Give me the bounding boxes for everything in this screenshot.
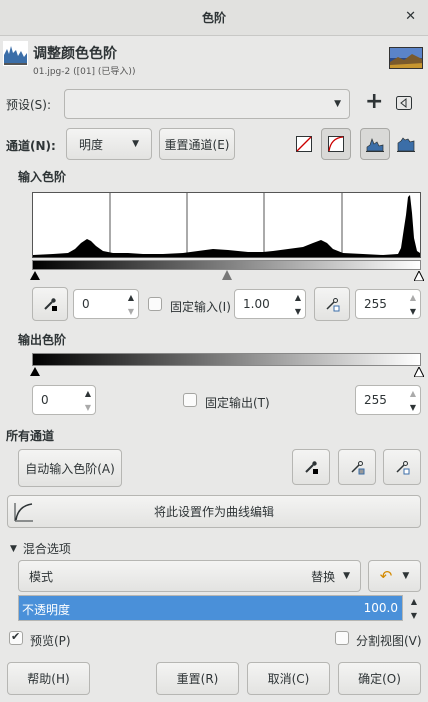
all-channels-heading: 所有通道 [6, 429, 55, 443]
output-levels-heading: 输出色阶 [18, 333, 67, 347]
input-levels-heading: 输入色阶 [18, 170, 67, 184]
presets-label: 预设(S): [6, 98, 52, 112]
output-gradient-bar [32, 353, 421, 366]
add-preset-icon[interactable]: + [365, 89, 383, 114]
input-white-handle[interactable] [413, 269, 425, 282]
split-view-checkbox[interactable] [335, 631, 349, 645]
decrement-icon[interactable]: ▼ [128, 307, 134, 316]
opacity-label: 不透明度 [22, 603, 71, 617]
opacity-slider[interactable]: 不透明度 100.0 [18, 595, 403, 621]
curves-icon [14, 502, 34, 525]
image-thumbnail [389, 47, 423, 69]
chevron-down-icon: ▼ [402, 571, 410, 581]
blend-options-expander[interactable]: ▼ 混合选项 [10, 540, 71, 557]
fixed-output-label: 固定输出(T) [205, 396, 270, 410]
image-name: 01.jpg-2 ([01] (已导入)) [33, 67, 136, 77]
window-title: 色阶 [201, 11, 226, 25]
preview-checkbox[interactable] [9, 630, 23, 645]
output-low-spin[interactable]: 0 ▲ ▼ [32, 385, 96, 415]
chevron-down-icon: ▼ [343, 571, 350, 581]
input-gamma-handle[interactable] [222, 270, 232, 280]
help-button[interactable]: 帮助(H) [7, 662, 90, 695]
auto-pick-black-icon[interactable] [292, 449, 330, 485]
input-gamma-spin[interactable]: 1.00 ▲ ▼ [234, 289, 306, 319]
increment-icon[interactable]: ▲ [411, 597, 417, 606]
chevron-down-icon: ▼ [334, 99, 341, 109]
mode-dropdown[interactable]: 模式 替换 ▼ [18, 560, 361, 592]
increment-icon[interactable]: ▲ [85, 389, 91, 398]
mode-value: 替换 [311, 569, 336, 584]
increment-icon[interactable]: ▲ [295, 293, 301, 302]
channel-label: 通道(N): [6, 139, 56, 153]
fixed-input-label: 固定输入(I) [170, 300, 231, 314]
chevron-down-icon: ▼ [10, 543, 17, 554]
tab-menu-icon[interactable] [395, 95, 413, 111]
blend-options-label: 混合选项 [22, 542, 71, 556]
input-gradient-bar [32, 260, 421, 270]
histogram-linear-view-icon[interactable] [360, 128, 390, 160]
split-view-label: 分割视图(V) [356, 634, 422, 648]
edit-as-curves-label: 将此设置作为曲线编辑 [153, 505, 274, 519]
output-low-value[interactable]: 0 [33, 386, 81, 414]
fixed-input-checkbox[interactable] [148, 297, 162, 311]
histogram-curve [33, 195, 420, 257]
undo-arrow-icon: ↶ [379, 567, 393, 585]
decrement-icon[interactable]: ▼ [410, 307, 416, 316]
channel-value: 明度 [79, 137, 104, 152]
output-high-spin[interactable]: 255 ▲ ▼ [355, 385, 421, 415]
input-high-value[interactable]: 255 [356, 290, 406, 318]
decrement-icon[interactable]: ▼ [411, 611, 417, 620]
edit-as-curves-button[interactable]: 将此设置作为曲线编辑 [7, 495, 421, 528]
auto-input-levels-button[interactable]: 自动输入色阶(A) [18, 449, 122, 487]
histogram [32, 192, 421, 258]
close-icon[interactable]: ✕ [405, 9, 416, 24]
log-histogram-icon[interactable] [321, 128, 351, 160]
cancel-button[interactable]: 取消(C) [247, 662, 330, 695]
reset-button[interactable]: 重置(R) [156, 662, 239, 695]
pick-black-point-icon[interactable] [32, 287, 68, 321]
increment-icon[interactable]: ▲ [410, 293, 416, 302]
opacity-fill [19, 596, 402, 620]
auto-pick-gray-icon[interactable] [338, 449, 376, 485]
output-black-handle[interactable] [30, 367, 40, 376]
chevron-down-icon: ▼ [132, 139, 139, 149]
output-high-value[interactable]: 255 [356, 386, 406, 414]
output-white-handle[interactable] [413, 365, 425, 378]
input-black-handle[interactable] [30, 271, 40, 280]
decrement-icon[interactable]: ▼ [410, 403, 416, 412]
ok-button[interactable]: 确定(O) [338, 662, 421, 695]
input-low-value[interactable]: 0 [74, 290, 124, 318]
decrement-icon[interactable]: ▼ [85, 403, 91, 412]
composite-mode-dropdown[interactable]: ↶ ▼ [368, 560, 421, 592]
mode-label: 模式 [29, 569, 54, 584]
increment-icon[interactable]: ▲ [410, 389, 416, 398]
preview-label: 预览(P) [30, 634, 71, 648]
levels-icon [3, 41, 28, 66]
channel-dropdown[interactable]: 明度 ▼ [66, 128, 152, 160]
dialog-heading: 调整颜色色阶 [33, 46, 117, 62]
linear-histogram-icon[interactable] [292, 132, 316, 156]
input-gamma-value[interactable]: 1.00 [235, 290, 291, 318]
opacity-value: 100.0 [363, 601, 398, 615]
presets-dropdown[interactable]: ▼ [64, 89, 350, 119]
decrement-icon[interactable]: ▼ [295, 307, 301, 316]
input-low-spin[interactable]: 0 ▲ ▼ [73, 289, 139, 319]
increment-icon[interactable]: ▲ [128, 293, 134, 302]
input-high-spin[interactable]: 255 ▲ ▼ [355, 289, 421, 319]
auto-pick-white-icon[interactable] [383, 449, 421, 485]
opacity-spin-arrows[interactable]: ▲ ▼ [407, 594, 421, 622]
pick-gray-point-icon[interactable] [314, 287, 350, 321]
fixed-output-checkbox[interactable] [183, 393, 197, 407]
histogram-log-view-icon[interactable] [394, 132, 418, 156]
reset-channel-button[interactable]: 重置通道(E) [159, 128, 235, 160]
